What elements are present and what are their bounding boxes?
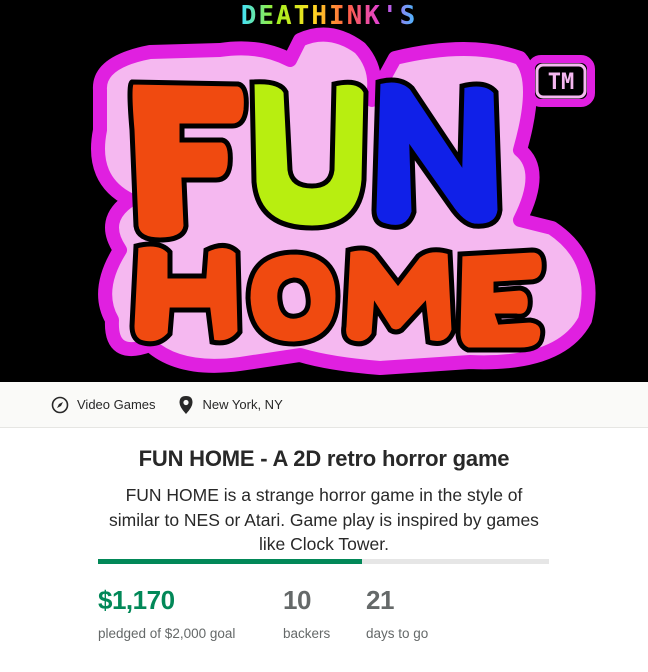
logo-letter-e — [455, 247, 547, 353]
pledged-stat: $1,170 pledged of $2,000 goal — [98, 584, 235, 641]
pledged-label: pledged of $2,000 goal — [98, 626, 236, 641]
studio-name: DEATHINK'S — [241, 1, 418, 31]
days-count: 21 — [366, 585, 394, 615]
trademark-badge: TM — [548, 70, 575, 95]
hero-image[interactable]: DEATHINK'S TM — [0, 0, 648, 382]
compass-icon — [50, 395, 70, 415]
project-card: FUN HOME - A 2D retro horror game FUN HO… — [0, 428, 648, 672]
funding-progress-fill — [98, 559, 362, 564]
pledged-amount: $1,170 — [98, 585, 175, 615]
days-label: days to go — [366, 626, 429, 641]
backers-stat: 10 backers — [283, 584, 330, 641]
days-stat: 21 days to go — [366, 584, 428, 641]
fun-home-logo: DEATHINK'S TM — [0, 0, 648, 382]
project-blurb: FUN HOME is a strange horror game in the… — [109, 485, 539, 554]
backers-count: 10 — [283, 585, 311, 615]
location-pin-icon — [176, 395, 196, 415]
location-link[interactable]: New York, NY — [176, 395, 283, 415]
location-label: New York, NY — [202, 397, 283, 412]
backers-label: backers — [283, 626, 331, 641]
category-label: Video Games — [77, 397, 156, 412]
funding-progress-bar — [98, 559, 549, 564]
project-title[interactable]: FUN HOME - A 2D retro horror game — [0, 446, 648, 472]
category-link[interactable]: Video Games — [50, 395, 156, 415]
project-meta-bar: Video Games New York, NY — [0, 382, 648, 428]
